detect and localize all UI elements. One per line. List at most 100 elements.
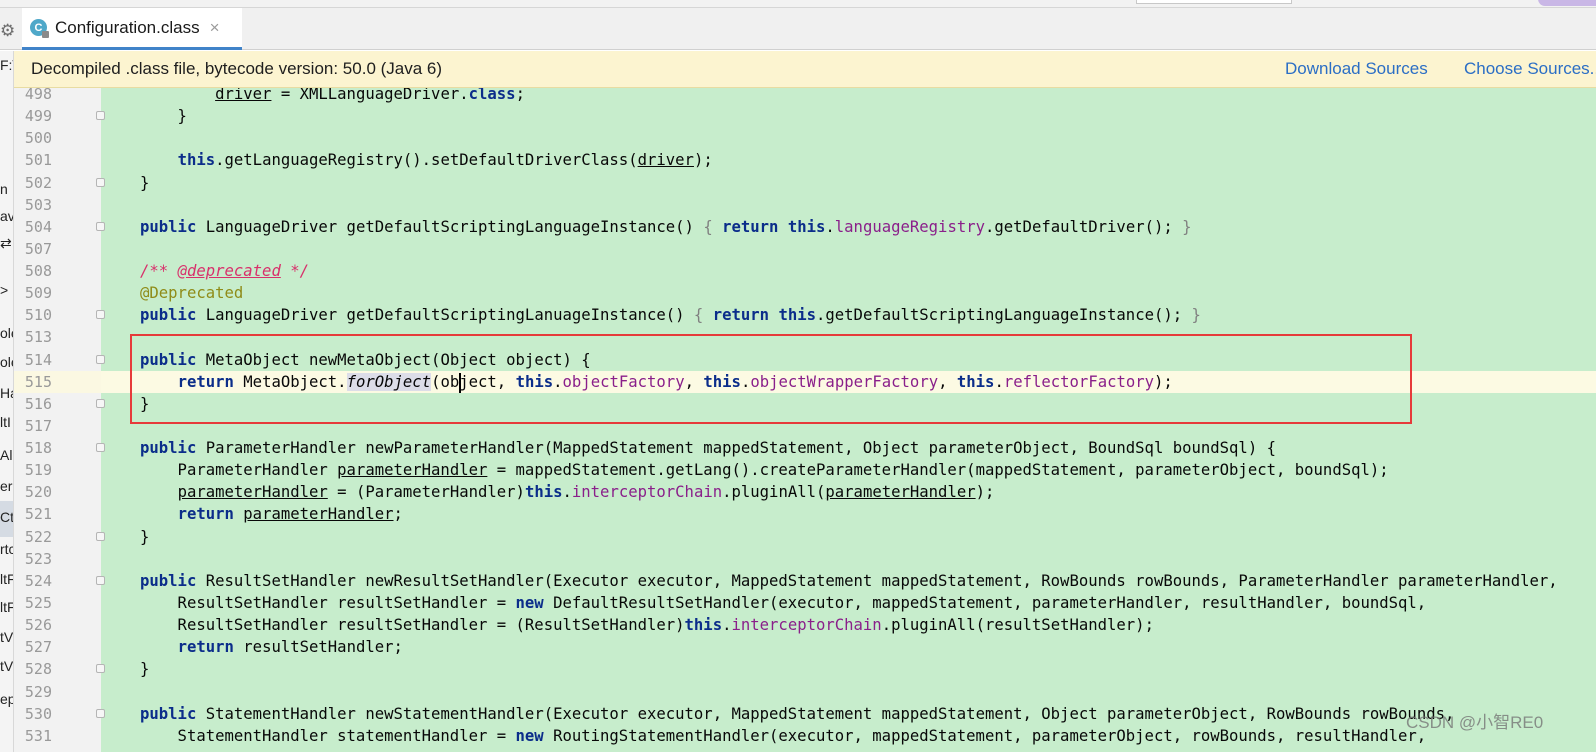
fold-marker-icon[interactable]: [96, 398, 105, 408]
code-line[interactable]: 507: [14, 238, 1596, 260]
code-line[interactable]: 500: [14, 127, 1596, 149]
code-token: public: [140, 217, 197, 236]
line-number: 502: [24, 173, 52, 192]
line-number: 516: [24, 394, 52, 413]
code-line[interactable]: 508 /** @deprecated */: [14, 260, 1596, 282]
code-line[interactable]: 527 return resultSetHandler;: [14, 636, 1596, 658]
fold-marker-icon[interactable]: [96, 310, 105, 320]
fold-marker-icon[interactable]: [96, 575, 105, 585]
fold-marker-icon[interactable]: [96, 354, 105, 364]
tab-configuration-class[interactable]: C Configuration.class ×: [22, 8, 242, 50]
code-line[interactable]: 523: [14, 548, 1596, 570]
code-token: }: [1191, 306, 1201, 325]
project-tree-item[interactable]: ole: [0, 354, 13, 370]
editor-tab-bar: ⚙ C Configuration.class ×: [0, 8, 1596, 50]
code-token: {: [703, 217, 713, 236]
line-number: 498: [24, 88, 52, 103]
line-number: 531: [24, 726, 52, 745]
project-tree-item[interactable]: >: [0, 282, 8, 298]
project-tree-item[interactable]: tV: [0, 629, 13, 645]
code-line[interactable]: 529: [14, 681, 1596, 703]
project-tree-item[interactable]: ⇄: [0, 235, 12, 252]
fold-marker-icon[interactable]: [96, 664, 105, 674]
code-text: }: [140, 658, 149, 680]
highlight-annotation-box: [130, 334, 1412, 424]
code-token: }: [140, 660, 150, 679]
code-line[interactable]: 528}: [14, 658, 1596, 680]
code-line[interactable]: 530 public StatementHandler newStatementH…: [14, 703, 1596, 725]
code-line[interactable]: 510 public LanguageDriver getDefaultScrip…: [14, 304, 1596, 326]
code-token: public: [140, 439, 197, 458]
project-tree-item[interactable]: ole: [0, 325, 13, 341]
close-icon[interactable]: ×: [210, 18, 220, 38]
code-token: StatementHandler statementHandler =: [140, 726, 516, 745]
code-token: .: [562, 483, 572, 502]
search-field[interactable]: [1136, 0, 1292, 4]
code-token: languageRegistry: [834, 217, 985, 236]
code-token: new: [515, 593, 544, 612]
code-line[interactable]: 521 return parameterHandler;: [14, 503, 1596, 525]
code-line[interactable]: 520 parameterHandler = (ParameterHandler…: [14, 481, 1596, 503]
project-tree-item[interactable]: tV: [0, 658, 13, 674]
code-line[interactable]: 502}: [14, 172, 1596, 194]
project-tree-item[interactable]: ep: [0, 691, 13, 707]
code-line[interactable]: 498 driver = XMLLanguageDriver.class;: [14, 88, 1596, 105]
code-text: return parameterHandler;: [140, 503, 403, 525]
project-tree-item[interactable]: Ct: [0, 509, 13, 525]
project-tree-item[interactable]: n: [0, 181, 8, 197]
code-line[interactable]: 522}: [14, 526, 1596, 548]
code-line[interactable]: 519 ParameterHandler parameterHandler = …: [14, 459, 1596, 481]
code-text: ParameterHandler parameterHandler = mapp…: [140, 459, 1389, 481]
code-token: StatementHandler newStatementHandler(Exe…: [196, 704, 1455, 723]
code-line[interactable]: 531 StatementHandler statementHandler = …: [14, 725, 1596, 747]
project-tree-item[interactable]: ltF: [0, 571, 13, 587]
line-number: 514: [24, 350, 52, 369]
project-tree-item[interactable]: Ali: [0, 447, 13, 463]
code-text: /** @deprecated */: [140, 260, 309, 282]
project-tree-item[interactable]: ltF: [0, 599, 13, 615]
line-number: 529: [24, 682, 52, 701]
choose-sources-link[interactable]: Choose Sources...: [1464, 59, 1596, 79]
project-tree-item[interactable]: ltI: [0, 414, 11, 430]
fold-marker-icon[interactable]: [96, 708, 105, 718]
code-line[interactable]: 504 public LanguageDriver getDefaultScrip…: [14, 216, 1596, 238]
project-tree-item[interactable]: rtc: [0, 541, 13, 557]
code-line[interactable]: 526 ResultSetHandler resultSetHandler = …: [14, 614, 1596, 636]
gear-icon[interactable]: ⚙: [0, 22, 15, 39]
code-line[interactable]: 524 public ResultSetHandler newResultSetH…: [14, 570, 1596, 592]
code-token: public: [140, 704, 197, 723]
code-token: }: [140, 173, 150, 192]
project-tree-item[interactable]: er: [0, 478, 12, 494]
code-line[interactable]: 509 @Deprecated: [14, 282, 1596, 304]
code-text: @Deprecated: [140, 282, 243, 304]
fold-marker-icon[interactable]: [96, 531, 105, 541]
fold-marker-icon[interactable]: [96, 111, 105, 121]
project-tree-item[interactable]: av: [0, 208, 13, 224]
code-token: @deprecated: [177, 262, 281, 281]
line-number: 500: [24, 129, 52, 148]
download-sources-link[interactable]: Download Sources: [1285, 59, 1428, 79]
code-text: ResultSetHandler resultSetHandler = new …: [140, 592, 1427, 614]
code-token: = XMLLanguageDriver.: [271, 88, 469, 103]
code-token: class: [468, 88, 516, 103]
code-line[interactable]: 499 }: [14, 105, 1596, 127]
line-number: 503: [24, 195, 52, 214]
line-number: 522: [24, 527, 52, 546]
code-line[interactable]: 525 ResultSetHandler resultSetHandler = …: [14, 592, 1596, 614]
code-line[interactable]: 503: [14, 194, 1596, 216]
fold-marker-icon[interactable]: [96, 443, 105, 453]
code-token: public: [140, 306, 197, 325]
fold-marker-icon[interactable]: [96, 177, 105, 187]
class-file-icon: C: [30, 19, 49, 38]
fold-marker-icon[interactable]: [96, 221, 105, 231]
code-line[interactable]: 501 this.getLanguageRegistry().setDefaul…: [14, 149, 1596, 171]
code-token: }: [1182, 217, 1192, 236]
code-text: public StatementHandler newStatementHand…: [140, 703, 1454, 725]
code-line[interactable]: 518 public ParameterHandler newParameterH…: [14, 437, 1596, 459]
banner-message: Decompiled .class file, bytecode version…: [31, 59, 443, 78]
project-tree-item[interactable]: Ha: [0, 385, 13, 401]
code-token: DefaultResultSetHandler(executor, mapped…: [543, 593, 1427, 612]
project-tree-item[interactable]: F:\: [0, 57, 13, 73]
